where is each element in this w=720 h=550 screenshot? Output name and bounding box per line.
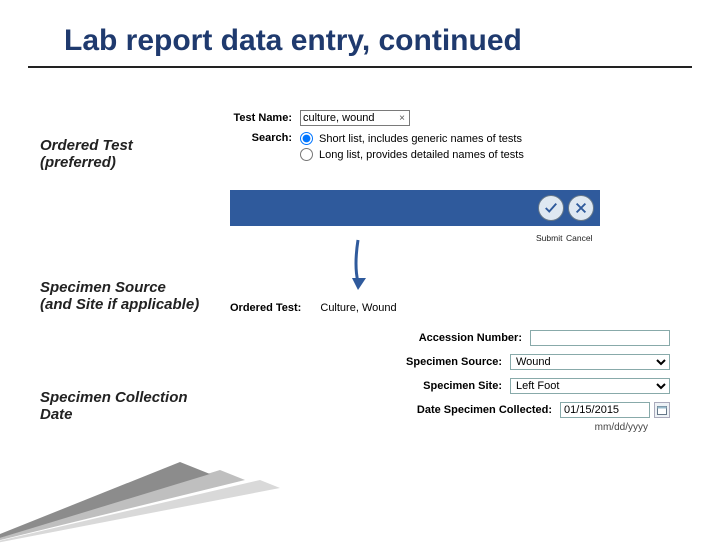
radio-short-label: Short list, includes generic names of te… bbox=[319, 133, 522, 145]
slide-title: Lab report data entry, continued bbox=[28, 0, 692, 68]
radio-short-list[interactable] bbox=[300, 132, 313, 145]
specimen-source-field-label: Specimen Source: bbox=[406, 356, 502, 368]
test-name-label: Test Name: bbox=[230, 112, 300, 124]
cancel-button[interactable] bbox=[568, 195, 594, 221]
specimen-source-select[interactable]: Wound bbox=[510, 354, 670, 370]
date-format-hint: mm/dd/yyyy bbox=[230, 422, 648, 433]
radio-long-list[interactable] bbox=[300, 148, 313, 161]
arrow-down-icon bbox=[348, 238, 372, 294]
specimen-site-field-label: Specimen Site: bbox=[423, 380, 502, 392]
accession-label: Accession Number: bbox=[419, 332, 522, 344]
specimen-form: Accession Number: Specimen Source: Wound… bbox=[230, 330, 670, 433]
ordered-test-value: Culture, Wound bbox=[320, 302, 396, 314]
date-collected-input[interactable] bbox=[560, 402, 650, 418]
label-specimen-date: Specimen Collection Date bbox=[40, 390, 190, 423]
test-name-input[interactable] bbox=[300, 110, 410, 126]
cancel-caption: Cancel bbox=[566, 233, 592, 243]
cancel-icon bbox=[574, 201, 588, 215]
accession-input[interactable] bbox=[530, 330, 670, 346]
submit-caption: Submit bbox=[536, 233, 562, 243]
calendar-icon[interactable] bbox=[654, 402, 670, 418]
date-collected-label: Date Specimen Collected: bbox=[417, 404, 552, 416]
radio-long-label: Long list, provides detailed names of te… bbox=[319, 149, 524, 161]
label-specimen-source: Specimen Source (and Site if applicable) bbox=[40, 280, 200, 313]
clear-icon[interactable]: × bbox=[396, 113, 408, 124]
submit-button[interactable] bbox=[538, 195, 564, 221]
label-ordered-test: Ordered Test (preferred) bbox=[40, 138, 190, 171]
search-label: Search: bbox=[230, 132, 300, 144]
ordered-test-label: Ordered Test: bbox=[230, 302, 301, 314]
button-bar: Submit Cancel bbox=[230, 190, 600, 226]
test-search-form: Test Name: × Search: Short list, include… bbox=[230, 110, 670, 170]
specimen-site-select[interactable]: Left Foot bbox=[510, 378, 670, 394]
ordered-test-row: Ordered Test: Culture, Wound bbox=[230, 302, 397, 314]
submit-icon bbox=[544, 201, 558, 215]
